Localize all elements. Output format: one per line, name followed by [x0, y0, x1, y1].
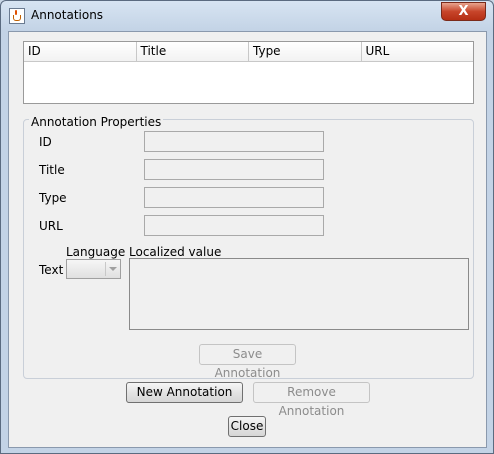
- language-label: Language: [66, 245, 126, 259]
- dialog-content: ID Title Type URL ID Title Type URL Lang…: [8, 31, 487, 448]
- id-label: ID: [39, 135, 52, 149]
- type-label: Type: [39, 191, 67, 205]
- column-header-id[interactable]: ID: [24, 42, 137, 61]
- url-label: URL: [39, 219, 63, 233]
- java-cup-icon: [9, 8, 25, 24]
- chevron-down-icon: [109, 267, 117, 271]
- localized-value-textarea: [129, 258, 469, 330]
- column-header-url[interactable]: URL: [362, 42, 474, 61]
- id-field: [144, 131, 324, 152]
- new-annotation-button[interactable]: New Annotation: [126, 382, 243, 403]
- annotations-window: Annotations X ID Title Type URL ID Title…: [0, 0, 494, 454]
- column-header-title[interactable]: Title: [137, 42, 249, 61]
- text-label: Text: [39, 263, 64, 277]
- annotation-properties-group: ID Title Type URL Language Localized val…: [23, 119, 474, 380]
- window-title: Annotations: [31, 8, 104, 22]
- annotations-table[interactable]: ID Title Type URL: [23, 41, 474, 104]
- localized-value-label: Localized value: [129, 245, 222, 259]
- close-window-button[interactable]: X: [441, 2, 486, 21]
- remove-annotation-button: Remove Annotation: [253, 382, 370, 418]
- url-field: [144, 215, 324, 236]
- type-field: [144, 187, 324, 208]
- annotation-properties-legend: Annotation Properties: [29, 115, 164, 129]
- language-combo: [66, 259, 121, 279]
- title-field: [144, 159, 324, 180]
- column-header-type[interactable]: Type: [249, 42, 362, 61]
- close-button[interactable]: Close: [228, 416, 266, 437]
- title-label: Title: [39, 163, 65, 177]
- title-bar: Annotations X: [1, 1, 493, 31]
- save-annotation-button: Save Annotation: [199, 344, 296, 380]
- table-header: ID Title Type URL: [24, 42, 473, 62]
